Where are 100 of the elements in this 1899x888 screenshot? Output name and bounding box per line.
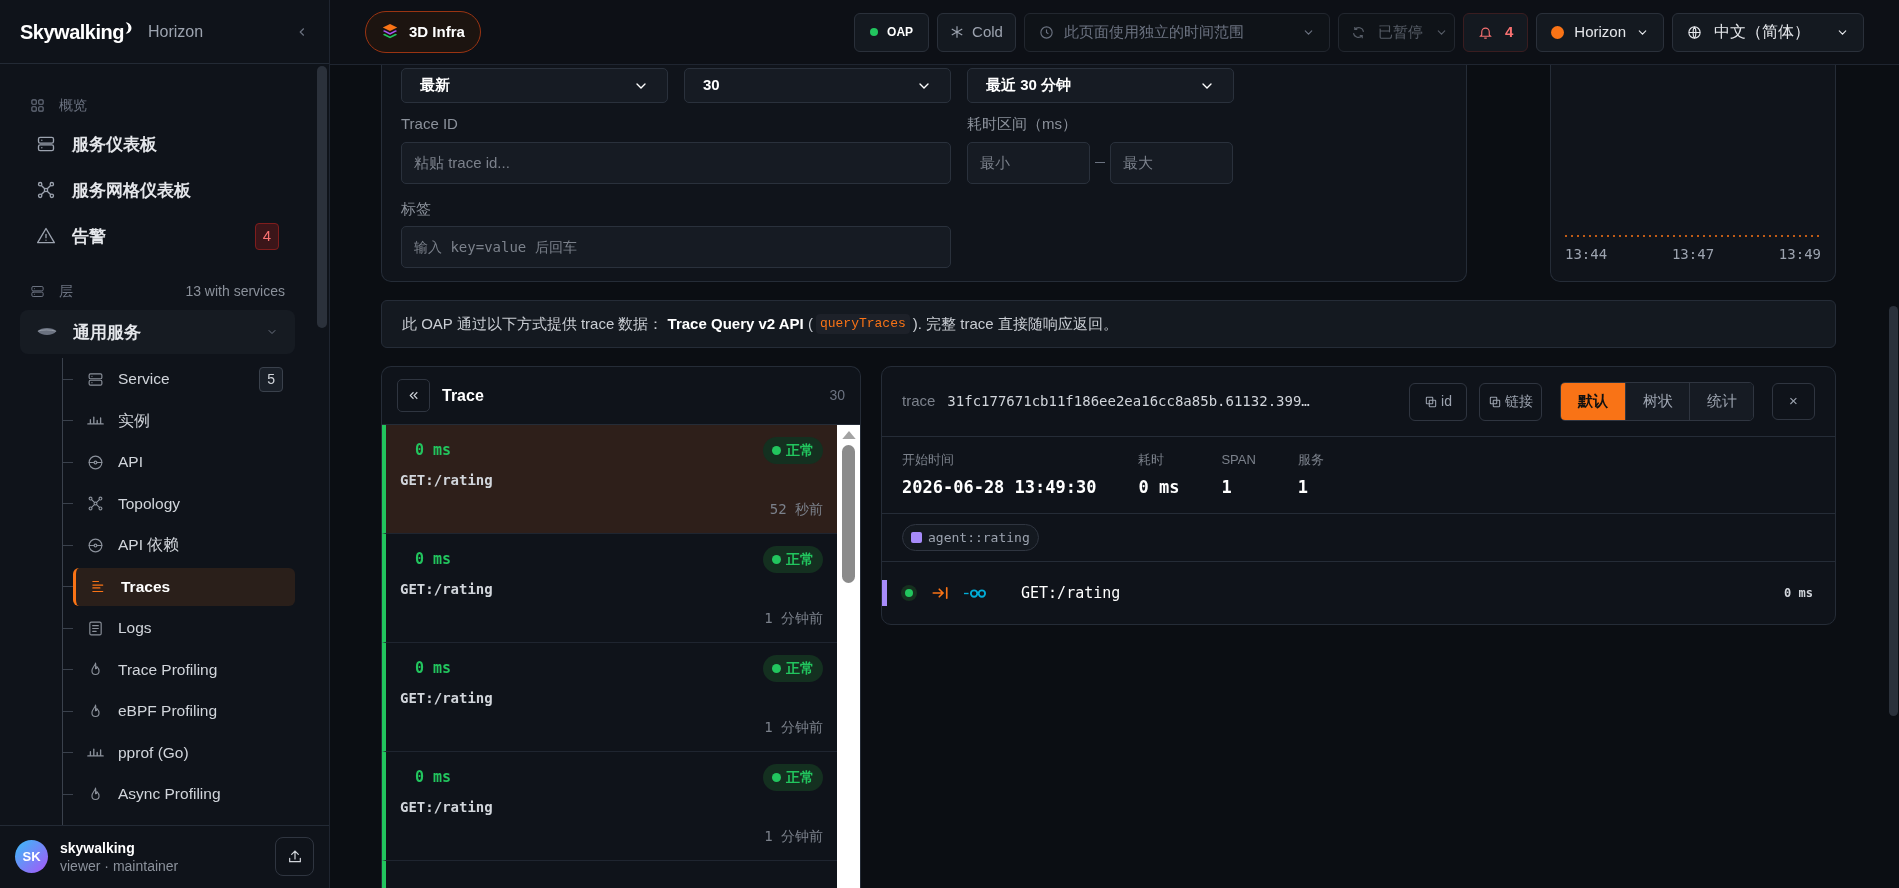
trace-time: 1 分钟前 — [763, 827, 823, 846]
field-label: 耗时区间（ms） — [967, 114, 1078, 134]
field-label: 标签 — [401, 198, 432, 219]
bar-chart-icon — [87, 748, 104, 757]
axis-label: 13:44 — [1565, 245, 1608, 264]
service-tag: agent::rating — [902, 524, 1039, 551]
count-badge: 4 — [254, 223, 279, 250]
grid-icon — [30, 97, 45, 113]
select-field[interactable]: 最新 — [401, 68, 668, 103]
alerts-button[interactable]: 4 — [1462, 12, 1529, 52]
view-tab[interactable]: 默认 — [1561, 383, 1625, 420]
trace-duration: 0 ms — [414, 767, 452, 789]
nav-item[interactable]: API — [73, 443, 295, 481]
brand-logo: Skywalking — [20, 19, 124, 45]
stat-label: SPAN — [1221, 450, 1256, 469]
trace-endpoint: GET:/rating — [400, 798, 494, 817]
nav-item[interactable]: pprof (Go) — [73, 733, 295, 772]
nav-item[interactable]: Logs — [73, 609, 295, 647]
server-icon — [30, 283, 45, 299]
nav-item[interactable]: 服务网格仪表板 — [20, 172, 295, 209]
span-row[interactable]: GET:/rating 0 ms — [882, 562, 1835, 624]
project-button[interactable]: 3D Infra — [365, 11, 481, 53]
nav-item[interactable]: Service 5 — [73, 360, 295, 398]
copy-icon — [1424, 394, 1439, 409]
language-dropdown[interactable]: 中文（简体） — [1672, 12, 1864, 52]
min-duration-field[interactable]: 最小 — [967, 141, 1090, 184]
avatar: SK — [15, 840, 48, 874]
nav-item[interactable]: Trace Profiling — [73, 650, 295, 689]
bell-icon — [1477, 24, 1493, 40]
trace-row[interactable]: 0 ms 正常 GET:/rating 1 分钟前 — [382, 643, 837, 752]
axis-label: 13:47 — [1671, 245, 1715, 264]
stat-label: 开始时间 — [902, 450, 955, 469]
span-duration: 0 ms — [1784, 585, 1813, 602]
status-badge: 正常 — [763, 655, 823, 682]
trace-count: 30 — [829, 386, 845, 405]
cold-button[interactable]: Cold — [937, 12, 1016, 52]
count-badge: 5 — [259, 366, 283, 392]
panel-title: Trace — [442, 385, 485, 406]
nav-item[interactable]: eBPF Profiling — [73, 692, 295, 730]
trace-endpoint: GET:/rating — [400, 580, 494, 599]
trace-id-field[interactable]: 粘贴 trace id... — [401, 141, 951, 184]
select-field[interactable]: 最近 30 分钟 — [967, 68, 1234, 103]
close-button[interactable]: × — [1772, 383, 1815, 420]
trace-time: 52 秒前 — [768, 500, 823, 519]
user-name: skywalking — [60, 838, 136, 857]
section-title: 层 — [59, 281, 74, 301]
nav-item[interactable]: 实例 — [73, 401, 295, 440]
refresh-state: 已暂停 — [1377, 21, 1424, 42]
nav-item[interactable]: Traces — [73, 567, 295, 606]
layer-count: 13 with services — [185, 281, 285, 301]
scroll-up-icon — [841, 431, 856, 439]
stat-value: 0 ms — [1138, 476, 1180, 499]
axis-label: 13:49 — [1778, 245, 1821, 264]
app-subtitle: Horizon — [147, 21, 204, 42]
field-label: Trace ID — [401, 114, 459, 134]
collapse-list-button[interactable] — [397, 379, 430, 412]
copy-button[interactable]: id — [1409, 382, 1467, 421]
tags-field[interactable]: 输入 key=value 后回车 — [401, 226, 951, 268]
nav-item[interactable]: API 依赖 — [73, 526, 295, 564]
code-snippet: queryTraces — [815, 314, 910, 334]
trace-row[interactable]: 0 ms 正常 GET:/rating 1 分钟前 — [382, 752, 837, 861]
info-text: 此 OAP 通过以下方式提供 trace 数据： Trace Query v2 API ( queryTraces ). 完整 trace 直接随响应返回。 — [402, 313, 1118, 336]
layers-icon — [381, 23, 399, 41]
view-tab[interactable]: 树状 — [1625, 383, 1689, 420]
nav-item[interactable]: 服务仪表板 — [20, 126, 295, 163]
api-icon — [87, 536, 104, 554]
server-icon — [87, 370, 104, 388]
scrollbar-thumb[interactable] — [842, 445, 855, 583]
copy-icon — [1488, 394, 1502, 409]
stat-value: 2026-06-28 13:49:30 — [902, 476, 1097, 499]
status-badge: 正常 — [763, 437, 823, 464]
layer-group[interactable]: 通用服务 — [20, 310, 295, 355]
trace-row[interactable]: 0 ms 正常 GET:/rating 52 秒前 — [382, 425, 837, 534]
go-logo-icon — [963, 587, 987, 599]
nav-item[interactable]: Topology — [73, 484, 295, 523]
trace-duration: 0 ms — [414, 658, 452, 680]
bar-chart-icon — [87, 416, 104, 425]
select-field[interactable]: 30 — [684, 68, 951, 103]
globe-icon — [1687, 24, 1702, 40]
stat-value: 1 — [1221, 476, 1233, 499]
nav-item[interactable]: Async Profiling — [73, 775, 295, 813]
trace-id: 31fc177671cb11f186ee2ea16cc8a85b.61132.399… — [947, 392, 1311, 411]
status-badge: 正常 — [763, 764, 823, 791]
share-icon — [286, 848, 303, 865]
clock-icon — [1038, 24, 1054, 40]
trace-row[interactable]: 0 ms 正常 GET:/rating 1 分钟前 — [382, 534, 837, 643]
section-title: 概览 — [59, 95, 87, 115]
document-icon — [87, 619, 104, 637]
trace-duration: 0 ms — [414, 549, 452, 571]
oap-status-button[interactable]: OAP — [854, 12, 930, 52]
trace-time: 1 分钟前 — [763, 718, 823, 737]
trace-time: 1 分钟前 — [763, 609, 823, 628]
arrow-to-line-icon — [931, 584, 949, 602]
network-icon — [36, 180, 56, 201]
max-duration-field[interactable]: 最大 — [1110, 141, 1233, 184]
share-button[interactable] — [275, 837, 314, 877]
nav-item[interactable]: 告警 4 — [20, 218, 295, 255]
instance-dropdown[interactable]: Horizon — [1536, 12, 1664, 52]
view-tab[interactable]: 统计 — [1689, 383, 1753, 420]
copy-button[interactable]: 链接 — [1479, 382, 1542, 421]
